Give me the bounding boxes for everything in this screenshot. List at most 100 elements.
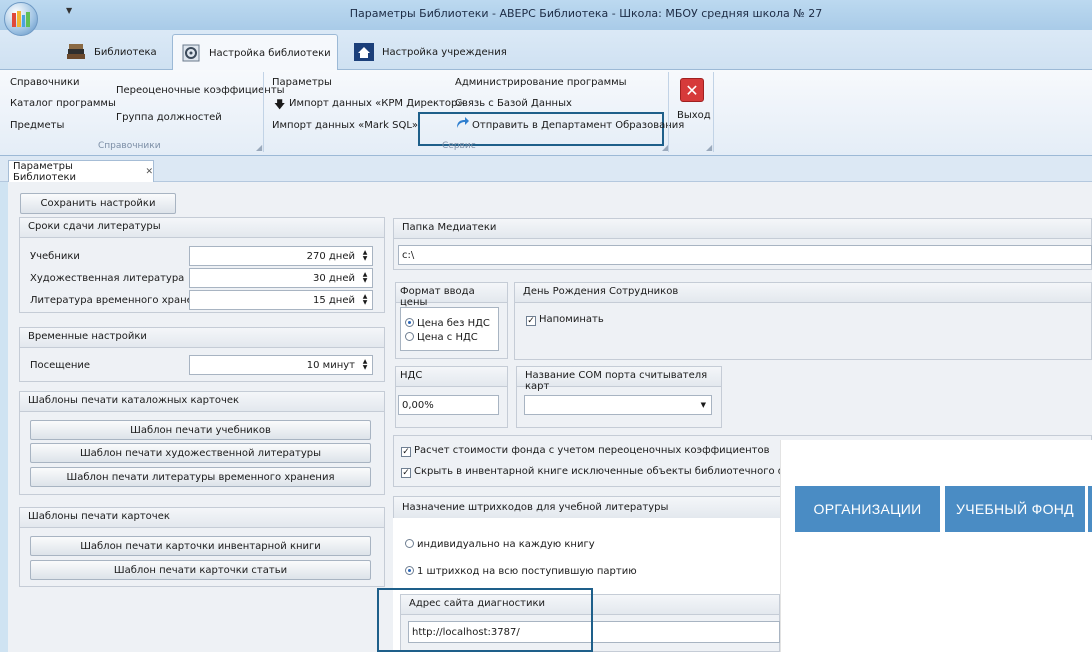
home-icon bbox=[354, 43, 374, 61]
revaluation-coefficients-button[interactable]: Переоценочные коэффициенты bbox=[116, 85, 285, 96]
close-tab-icon[interactable]: ✕ bbox=[145, 167, 153, 177]
hide-excluded-checkbox[interactable]: ✓ Скрыть в инвентарной книге исключенные … bbox=[401, 466, 812, 478]
arrow-down-icon: 🡇 bbox=[274, 98, 286, 111]
media-folder-input[interactable]: c:\ bbox=[398, 245, 1092, 265]
chevron-down-icon: ▼ bbox=[700, 401, 706, 409]
dialog-launcher-icon[interactable]: ◢ bbox=[706, 143, 712, 152]
remind-checkbox[interactable]: ✓ Напоминать bbox=[526, 314, 604, 326]
barcode-per-batch-label: 1 штрихкод на всю поступившую партию bbox=[417, 566, 637, 577]
send-to-department-button[interactable]: Отправить в Департамент Образования bbox=[472, 120, 684, 131]
ribbon-tabs-bar bbox=[0, 30, 1092, 70]
tab-library-settings-label: Настройка библиотеки bbox=[209, 47, 331, 59]
price-without-vat-radio[interactable]: Цена без НДС bbox=[405, 318, 490, 329]
temporary-lit-term-spinner[interactable]: 15 дней ▲ ▼ bbox=[189, 290, 373, 310]
directories-group-label: Справочники bbox=[98, 141, 161, 151]
tab-library-settings[interactable]: Настройка библиотеки bbox=[172, 34, 338, 71]
ribbon-separator bbox=[668, 72, 669, 152]
barcode-per-batch-radio[interactable]: 1 штрихкод на всю поступившую партию bbox=[405, 566, 637, 577]
radio-selected-icon bbox=[405, 318, 414, 327]
website-snippet bbox=[780, 440, 1092, 652]
remind-label: Напоминать bbox=[539, 314, 604, 325]
textbooks-label: Учебники bbox=[30, 251, 80, 262]
price-format-options bbox=[400, 307, 499, 351]
revaluation-calc-label: Расчет стоимости фонда с учетом переоцен… bbox=[414, 445, 770, 456]
settings-books-icon bbox=[182, 44, 200, 62]
organizations-button[interactable]: ОРГАНИЗАЦИИ bbox=[795, 486, 940, 532]
price-without-vat-label: Цена без НДС bbox=[417, 318, 490, 329]
ribbon-separator bbox=[713, 72, 714, 152]
checkmark-icon: ✓ bbox=[526, 316, 536, 326]
app-logo-icon bbox=[12, 11, 30, 27]
radio-icon bbox=[405, 332, 414, 341]
catalog-templates-title: Шаблоны печати каталожных карточек bbox=[20, 392, 384, 412]
price-with-vat-label: Цена с НДС bbox=[417, 332, 478, 343]
spinner-arrows-icon[interactable]: ▲ ▼ bbox=[360, 250, 370, 262]
service-group-label: Сервис bbox=[442, 141, 476, 151]
import-krm-button[interactable]: Импорт данных «КРМ Директор» bbox=[289, 98, 463, 109]
books-icon bbox=[67, 44, 85, 59]
checkmark-icon: ✓ bbox=[401, 468, 411, 478]
textbook-fund-button[interactable]: УЧЕБНЫЙ ФОНД bbox=[945, 486, 1085, 532]
window-title: Параметры Библиотеки - АВЕРС Библиотека … bbox=[349, 7, 823, 20]
com-port-title: Название COM порта считывателя карт bbox=[517, 367, 721, 392]
spinner-arrows-icon[interactable]: ▲ ▼ bbox=[360, 294, 370, 306]
temporary-lit-term-value: 15 дней bbox=[312, 294, 355, 306]
tab-library[interactable]: Библиотека bbox=[58, 34, 163, 70]
radio-icon bbox=[405, 539, 414, 548]
media-folder-title: Папка Медиатеки bbox=[394, 219, 1091, 239]
visit-label: Посещение bbox=[30, 360, 91, 371]
barcode-per-book-radio[interactable]: индивидуально на каждую книгу bbox=[405, 539, 595, 550]
card-templates-title: Шаблоны печати карточек bbox=[20, 508, 384, 528]
admin-button[interactable]: Администрирование программы bbox=[455, 77, 627, 88]
visit-duration-spinner[interactable]: 10 минут ▲ ▼ bbox=[189, 355, 373, 375]
app-menu-button[interactable] bbox=[4, 2, 38, 36]
price-with-vat-radio[interactable]: Цена с НДС bbox=[405, 332, 478, 343]
position-group-button[interactable]: Группа должностей bbox=[116, 112, 222, 123]
tab-library-label: Библиотека bbox=[94, 46, 157, 58]
fiction-label: Художественная литература bbox=[30, 273, 185, 284]
parameters-button[interactable]: Параметры bbox=[272, 77, 332, 88]
subjects-button[interactable]: Предметы bbox=[10, 120, 64, 131]
overlay-button-edge bbox=[1088, 486, 1092, 532]
send-arrow-icon bbox=[455, 117, 469, 129]
dialog-launcher-icon[interactable]: ◢ bbox=[256, 143, 262, 152]
spinner-arrows-icon[interactable]: ▲ ▼ bbox=[360, 272, 370, 284]
time-settings-title: Временные настройки bbox=[20, 328, 384, 348]
fiction-template-button[interactable]: Шаблон печати художественной литературы bbox=[30, 443, 371, 463]
birthday-title: День Рождения Сотрудников bbox=[515, 283, 1091, 303]
tab-institution-settings-label: Настройка учреждения bbox=[382, 46, 507, 58]
vat-title: НДС bbox=[396, 367, 507, 387]
ribbon-separator bbox=[263, 72, 264, 152]
fiction-term-value: 30 дней bbox=[312, 272, 355, 284]
close-icon[interactable]: ✕ bbox=[680, 78, 704, 102]
program-catalog-button[interactable]: Каталог программы bbox=[10, 98, 116, 109]
inventory-card-template-button[interactable]: Шаблон печати карточки инвентарной книги bbox=[30, 536, 371, 556]
save-settings-button[interactable]: Сохранить настройки bbox=[20, 193, 176, 214]
hide-excluded-label: Скрыть в инвентарной книге исключенные о… bbox=[414, 466, 812, 477]
checkmark-icon: ✓ bbox=[401, 447, 411, 457]
article-card-template-button[interactable]: Шаблон печати карточки статьи bbox=[30, 560, 371, 580]
exit-button[interactable]: Выход bbox=[677, 110, 711, 121]
doc-tab-library-params[interactable]: Параметры Библиотеки ✕ bbox=[8, 160, 154, 183]
import-mark-button[interactable]: Импорт данных «Mark SQL» bbox=[272, 120, 418, 131]
textbooks-term-spinner[interactable]: 270 дней ▲ ▼ bbox=[189, 246, 373, 266]
visit-duration-value: 10 минут bbox=[306, 359, 355, 371]
revaluation-calc-checkbox[interactable]: ✓ Расчет стоимости фонда с учетом переоце… bbox=[401, 445, 770, 457]
directories-button[interactable]: Справочники bbox=[10, 77, 80, 88]
db-link-button[interactable]: Связь с Базой Данных bbox=[455, 98, 572, 109]
temporary-lit-template-button[interactable]: Шаблон печати литературы временного хран… bbox=[30, 467, 371, 487]
price-format-title: Формат ввода цены bbox=[396, 283, 507, 308]
doc-tab-label: Параметры Библиотеки bbox=[13, 160, 77, 183]
spinner-arrows-icon[interactable]: ▲ ▼ bbox=[360, 359, 370, 371]
temporary-lit-label: Литература временного хранения bbox=[30, 295, 212, 306]
vat-input[interactable]: 0,00% bbox=[398, 395, 499, 415]
return-terms-title: Сроки сдачи литературы bbox=[20, 218, 384, 238]
document-tabs-strip bbox=[0, 156, 1092, 182]
textbook-template-button[interactable]: Шаблон печати учебников bbox=[30, 420, 371, 440]
barcode-per-book-label: индивидуально на каждую книгу bbox=[417, 539, 595, 550]
tab-institution-settings[interactable]: Настройка учреждения bbox=[346, 34, 513, 70]
highlight-frame bbox=[377, 588, 593, 652]
textbooks-term-value: 270 дней bbox=[306, 250, 355, 262]
com-port-select[interactable]: ▼ bbox=[524, 395, 712, 415]
fiction-term-spinner[interactable]: 30 дней ▲ ▼ bbox=[189, 268, 373, 288]
